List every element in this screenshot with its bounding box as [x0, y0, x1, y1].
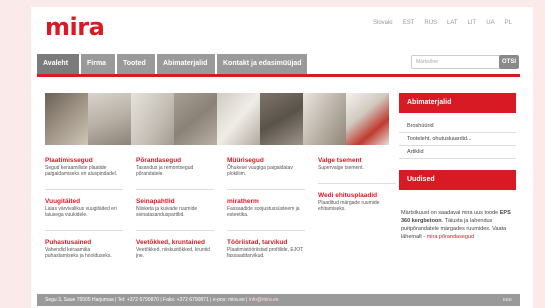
page: mira Slovakí EST RUS LAT LIT UA PL Avale…: [0, 0, 545, 308]
footer: Segu 3, Saue 76505 Harjumaa | Tel: +372 …: [37, 294, 520, 306]
tab-firma[interactable]: Firma: [81, 54, 115, 74]
tab-avaleht[interactable]: Avaleht: [37, 54, 79, 74]
sidebar-item[interactable]: Tooteleht, ohutuskaardid...: [399, 133, 516, 146]
product-desc: Laias värvivalikus vuugitäited eri laius…: [45, 206, 117, 218]
product-item[interactable]: miratherm Fassaadide soojustussüsteem ja…: [227, 198, 305, 218]
nav-underline: [37, 74, 520, 77]
product-column: Plaatimissegud Segud keraamiliste plaati…: [45, 157, 123, 271]
product-desc: Plaaditud märgade ruumide ehitamiseks.: [318, 200, 380, 212]
divider: [136, 189, 214, 190]
product-title[interactable]: Müürisegud: [227, 157, 305, 165]
product-item[interactable]: Vuugitäited Laias värvivalikus vuugitäit…: [45, 198, 123, 218]
product-title[interactable]: miratherm: [227, 198, 305, 206]
product-item[interactable]: Müürisegud Õhukese vuugiga paigaldatav p…: [227, 157, 305, 177]
product-desc: Vahendid keraamika puhastamiseks ja hool…: [45, 247, 112, 259]
product-column: Müürisegud Õhukese vuugiga paigaldatav p…: [227, 157, 305, 271]
product-title[interactable]: Tööriistad, tarvikud: [227, 239, 305, 247]
news-line: Märtsikuust on saadaval mira uus toode: [401, 210, 499, 216]
divider: [227, 230, 305, 231]
product-item[interactable]: Wedi ehitusplaadid Plaaditud märgade ruu…: [318, 192, 396, 212]
product-item[interactable]: Veetõkked, kruntained Veetõkked, niiskus…: [136, 239, 214, 259]
footer-credit: EEE: [502, 297, 512, 302]
lang-link[interactable]: EST: [403, 20, 415, 26]
site-frame: mira Slovakí EST RUS LAT LIT UA PL Avale…: [31, 7, 533, 308]
product-title[interactable]: Veetõkked, kruntained: [136, 239, 214, 247]
product-title[interactable]: Seinapahtlid: [136, 198, 214, 206]
sidebar-heading-uudised: Uudised: [399, 170, 516, 190]
tab-kontakt[interactable]: Kontakt ja edasimüüjad: [217, 54, 307, 74]
footer-email-link[interactable]: info@mira.ee: [249, 297, 279, 303]
sidebar-heading-abimaterjalid: Abimaterjalid: [399, 93, 516, 113]
lang-link[interactable]: LAT: [447, 20, 458, 26]
product-title[interactable]: Vuugitäited: [45, 198, 123, 206]
product-column: Põrandasegud Tasandus ja remontsegud põr…: [136, 157, 214, 271]
search-button[interactable]: OTSI: [499, 55, 519, 69]
product-item[interactable]: Valge tsement Supervalge tsement.: [318, 157, 396, 171]
divider: [45, 230, 123, 231]
product-desc: Tasandus ja remontsegud põrandatele.: [136, 165, 194, 177]
news-text: Märtsikuust on saadaval mira uus toode E…: [401, 209, 511, 241]
tab-abimaterjalid[interactable]: Abimaterjalid: [157, 54, 215, 74]
product-item[interactable]: Põrandasegud Tasandus ja remontsegud põr…: [136, 157, 214, 177]
footer-contact: Segu 3, Saue 76505 Harjumaa | Tel: +372 …: [45, 297, 248, 303]
tab-tooted[interactable]: Tooted: [117, 54, 155, 74]
hero-tile-image: [45, 93, 88, 145]
product-title[interactable]: Valge tsement: [318, 157, 396, 165]
divider: [227, 189, 305, 190]
hero-tile-image: [303, 93, 346, 145]
divider: [136, 230, 214, 231]
product-item[interactable]: Seinapahtlid Niisketa ja kuivade ruumide…: [136, 198, 214, 218]
product-desc: Õhukese vuugiga paigaldatav plokiliim.: [227, 165, 293, 177]
lang-link[interactable]: RUS: [424, 20, 437, 26]
product-title[interactable]: Põrandasegud: [136, 157, 214, 165]
sidebar-item[interactable]: Artiklid: [399, 146, 516, 159]
hero-tile-image: [346, 93, 389, 145]
lang-link[interactable]: UA: [486, 20, 494, 26]
hero-tile-image: [260, 93, 303, 145]
divider: [318, 183, 396, 184]
product-item[interactable]: Plaatimissegud Segud keraamiliste plaati…: [45, 157, 123, 177]
news-link[interactable]: mira põrandasegud: [427, 234, 474, 240]
hero-tile-image: [174, 93, 217, 145]
product-desc: Plaatimistööriistad profiilide, EJOT fas…: [227, 247, 304, 259]
product-column: Valge tsement Supervalge tsement. Wedi e…: [318, 157, 396, 224]
sidebar-item[interactable]: Broshüürid: [399, 120, 516, 133]
product-desc: Segud keraamiliste plaatide paigaldamise…: [45, 165, 118, 177]
hero-tile-image: [217, 93, 260, 145]
search-box: Märksõne OTSI: [411, 55, 519, 69]
lang-link[interactable]: LIT: [468, 20, 477, 26]
lang-link[interactable]: Slovakí: [373, 20, 393, 26]
language-switcher: Slovakí EST RUS LAT LIT UA PL: [373, 20, 522, 26]
hero-tile-image: [88, 93, 131, 145]
product-desc: Fassaadide soojustussüsteem ja esteetika…: [227, 206, 300, 218]
mira-logo[interactable]: mira: [45, 15, 105, 39]
product-item[interactable]: Puhastusained Vahendid keraamika puhasta…: [45, 239, 123, 259]
product-desc: Niisketa ja kuivade ruumide seinatasandu…: [136, 206, 198, 218]
product-title[interactable]: Wedi ehitusplaadid: [318, 192, 396, 200]
product-desc: Veetõkked, niiskustõkked, kruntid jne.: [136, 247, 210, 259]
hero-tile-image: [131, 93, 174, 145]
main-nav: Avaleht Firma Tooted Abimaterjalid Konta…: [37, 54, 309, 74]
product-title[interactable]: Plaatimissegud: [45, 157, 123, 165]
product-title[interactable]: Puhastusained: [45, 239, 123, 247]
search-input[interactable]: Märksõne: [411, 55, 501, 69]
lang-link[interactable]: PL: [505, 20, 512, 26]
product-item[interactable]: Tööriistad, tarvikud Plaatimistööriistad…: [227, 239, 305, 259]
hero-banner: [45, 93, 389, 145]
sidebar-list: Broshüürid Tooteleht, ohutuskaardid... A…: [399, 120, 516, 159]
product-desc: Supervalge tsement.: [318, 165, 364, 171]
divider: [45, 189, 123, 190]
